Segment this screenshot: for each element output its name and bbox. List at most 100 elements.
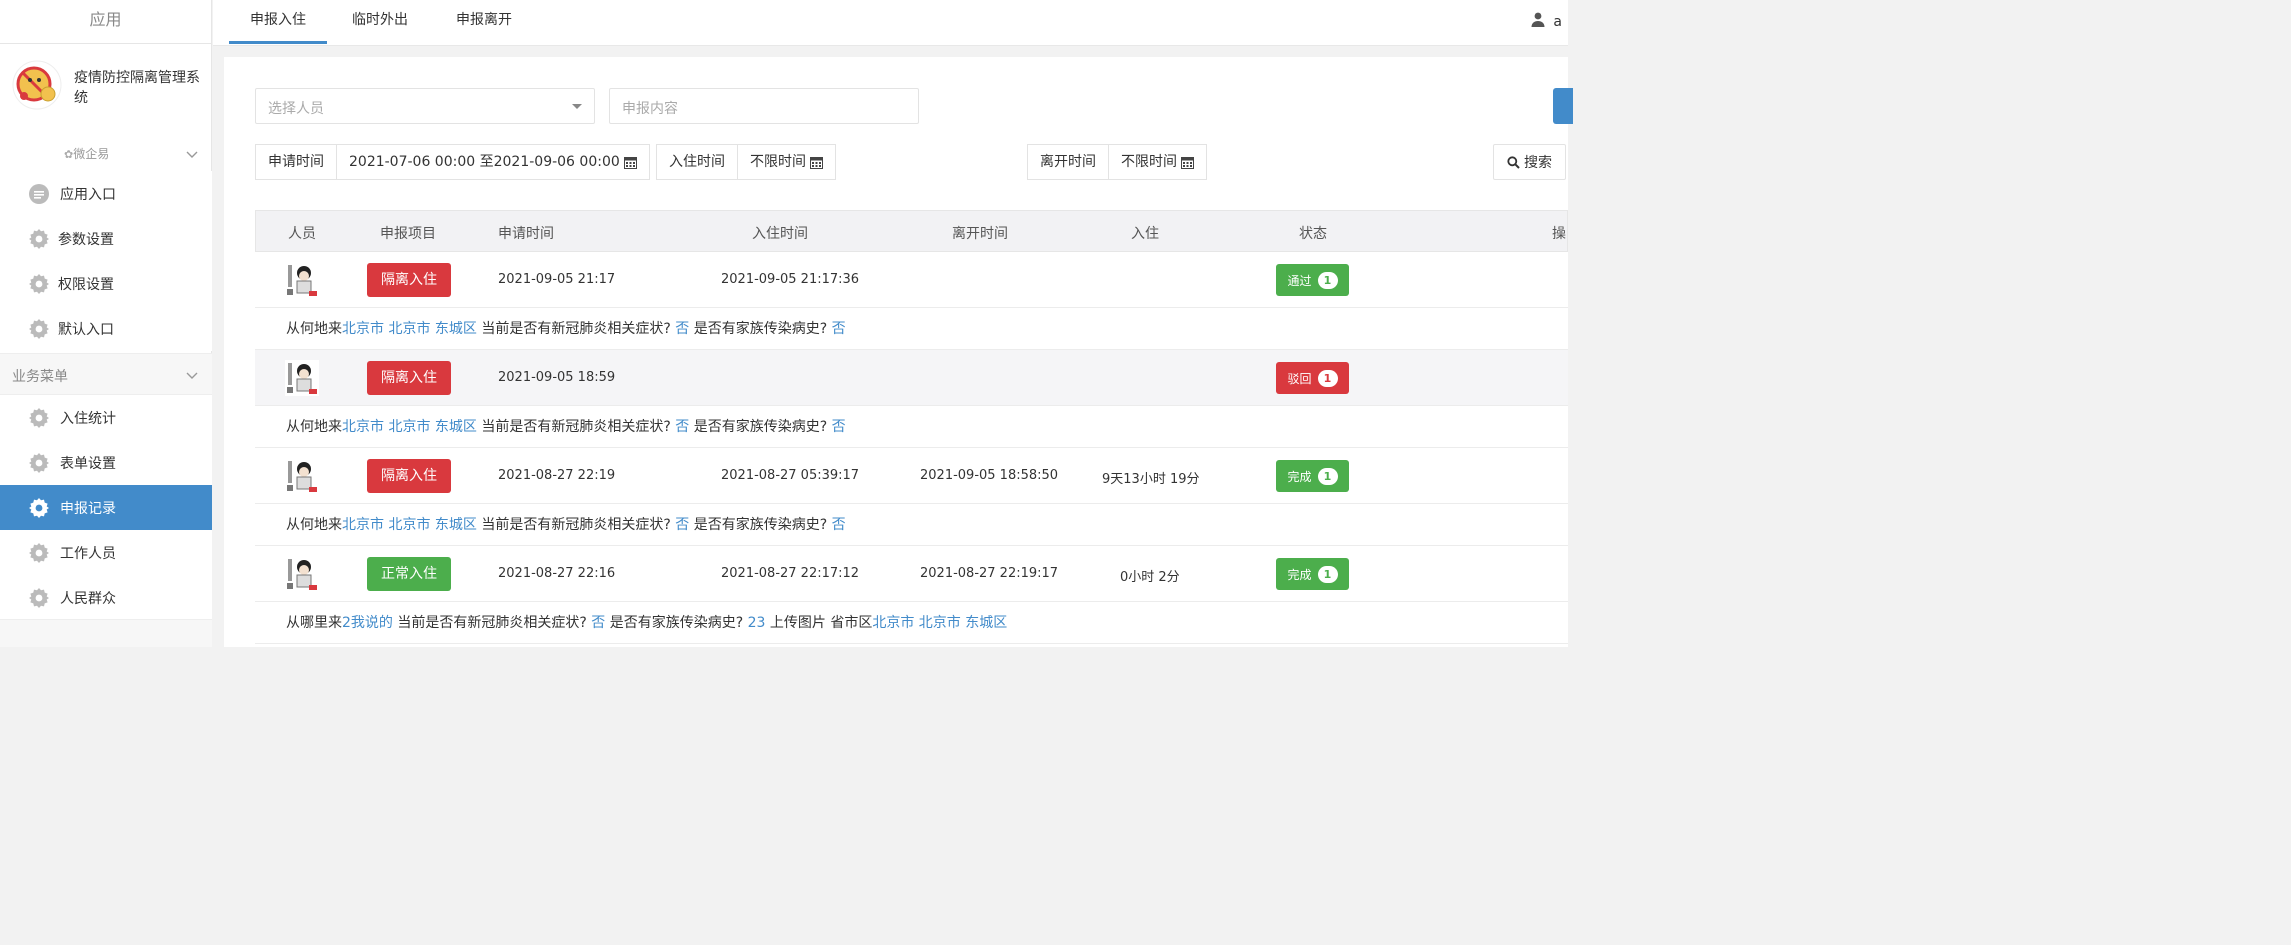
app-info: 疫情防控隔离管理系统 [12, 60, 204, 110]
business-menu-section[interactable]: 业务菜单 [0, 353, 212, 395]
detail-question: 从何地来 [286, 517, 342, 533]
detail-answer[interactable]: 北京市 北京市 东城区 [342, 419, 477, 435]
person-avatar[interactable] [285, 556, 319, 592]
project-tag: 隔离入住 [367, 263, 451, 297]
detail-answer[interactable]: 否 [675, 321, 689, 337]
detail-answer[interactable]: 北京市 北京市 东城区 [872, 615, 1007, 631]
menu-business: 入住统计 表单设置 申报记录 工作人员 人民群众 [0, 395, 212, 620]
column-header-actions: 操 [1552, 226, 1566, 242]
chat-icon [28, 183, 50, 205]
detail-answer[interactable]: 北京市 北京市 东城区 [342, 517, 477, 533]
user-menu[interactable]: a [1531, 12, 1562, 31]
status-button[interactable]: 完成 1 [1276, 460, 1349, 492]
checkin-time-cell: 2021-08-27 22:17:12 [721, 566, 860, 581]
detail-question: 从哪里来 [286, 615, 342, 631]
section-title: 业务菜单 [12, 369, 68, 385]
status-label: 驳回 [1287, 371, 1312, 386]
chevron-down-icon [186, 147, 198, 163]
leave-time-filter[interactable]: 离开时间 不限时间 [1027, 144, 1207, 180]
status-label: 完成 [1287, 567, 1312, 582]
person-select[interactable]: 选择人员 [255, 88, 595, 124]
status-button[interactable]: 通过 1 [1276, 264, 1349, 296]
calendar-icon [1181, 156, 1194, 169]
detail-answer[interactable]: 23 [748, 615, 766, 631]
caret-down-icon [572, 104, 582, 109]
detail-question: 上传图片 省市区 [765, 615, 873, 631]
column-header-status: 状态 [1299, 226, 1327, 242]
sidebar-item-public[interactable]: 人民群众 [0, 575, 212, 620]
app-logo [12, 60, 62, 110]
wechat-icon: ✿ [64, 148, 74, 161]
person-avatar[interactable] [285, 360, 319, 396]
sidebar-item-checkin-stats[interactable]: 入住统计 [0, 395, 212, 440]
sidebar-item-label: 工作人员 [60, 545, 116, 562]
checkin-time-filter[interactable]: 入住时间 不限时间 [656, 144, 836, 180]
detail-answer[interactable]: 否 [675, 419, 689, 435]
status-count-badge: 1 [1317, 271, 1338, 289]
detail-question: 是否有家族传染病史? [689, 321, 832, 337]
tab-temporary-outing[interactable]: 临时外出 [339, 0, 421, 44]
sidebar-item-staff[interactable]: 工作人员 [0, 530, 212, 575]
tab-declare-checkin[interactable]: 申报入住 [229, 0, 327, 44]
apply-time-cell: 2021-08-27 22:16 [498, 566, 616, 581]
apply-time-range[interactable]: 2021-07-06 00:00 至2021-09-06 00:00 [337, 145, 649, 179]
detail-answer[interactable]: 否 [591, 615, 605, 631]
apply-time-cell: 2021-09-05 18:59 [498, 370, 616, 385]
checkin-time-cell: 2021-08-27 05:39:17 [721, 468, 860, 483]
content-input-placeholder: 申报内容 [622, 101, 678, 117]
detail-question: 当前是否有新冠肺炎相关症状? [476, 419, 676, 435]
sidebar-item-label: 默认入口 [58, 321, 114, 338]
detail-answer[interactable]: 否 [832, 419, 846, 435]
search-icon [1507, 155, 1524, 169]
sidebar-item-permissions[interactable]: 权限设置 [0, 261, 212, 306]
gear-icon [28, 228, 50, 250]
gear-icon [28, 542, 50, 564]
leave-time-value: 不限时间 [1121, 154, 1177, 170]
top-tabs: 申报入住 临时外出 申报离开 a [213, 0, 1568, 46]
person-avatar[interactable] [285, 458, 319, 494]
add-button[interactable] [1553, 88, 1573, 124]
detail-answer[interactable]: 2我说的 [342, 615, 393, 631]
leave-time-range[interactable]: 不限时间 [1109, 145, 1206, 179]
detail-question: 从何地来 [286, 321, 342, 337]
app-name: 疫情防控隔离管理系统 [74, 70, 200, 106]
table-row[interactable]: 隔离入住 2021-09-05 21:17 2021-09-05 21:17:36 通… [255, 252, 1568, 308]
detail-answer[interactable]: 否 [832, 321, 846, 337]
sidebar-item-label: 入住统计 [60, 410, 116, 427]
apply-time-filter[interactable]: 申请时间 2021-07-06 00:00 至2021-09-06 00:00 [255, 144, 650, 180]
status-button[interactable]: 驳回 1 [1276, 362, 1349, 394]
detail-answer[interactable]: 北京市 北京市 东城区 [342, 321, 477, 337]
detail-question: 当前是否有新冠肺炎相关症状? [476, 321, 676, 337]
sidebar-item-form-settings[interactable]: 表单设置 [0, 440, 212, 485]
detail-question: 当前是否有新冠肺炎相关症状? [392, 615, 592, 631]
sidebar-item-app-entry[interactable]: 应用入口 [0, 171, 212, 216]
status-label: 完成 [1287, 469, 1312, 484]
sidebar: 应用 疫情防控隔离管理系统 ✿微企易 应用入口 参数设置 权限设置 默认入口 业… [0, 0, 212, 647]
table-row[interactable]: 隔离入住 2021-08-27 22:19 2021-08-27 05:39:17 2… [255, 448, 1568, 504]
content-input[interactable]: 申报内容 [609, 88, 919, 124]
apply-time-cell: 2021-09-05 21:17 [498, 272, 616, 287]
main-card: 选择人员 申报内容 申请时间 2021-07-06 00:00 至2021-09… [224, 57, 1573, 647]
sidebar-item-params[interactable]: 参数设置 [0, 216, 212, 261]
sidebar-item-label: 参数设置 [58, 231, 114, 248]
tab-declare-leave[interactable]: 申报离开 [443, 0, 525, 44]
detail-answer[interactable]: 否 [832, 517, 846, 533]
column-header-project: 申报项目 [380, 226, 436, 242]
gear-icon [28, 318, 50, 340]
sidebar-footer [0, 619, 212, 647]
person-avatar[interactable] [285, 262, 319, 298]
search-button[interactable]: 搜索 [1493, 144, 1566, 180]
checkin-time-range[interactable]: 不限时间 [738, 145, 835, 179]
org-switcher[interactable]: ✿微企易 [0, 144, 212, 164]
leave-time-cell: 2021-09-05 18:58:50 [920, 468, 1059, 483]
table-row[interactable]: 隔离入住 2021-09-05 18:59 驳回 1 [255, 350, 1568, 406]
status-count-badge: 1 [1317, 369, 1338, 387]
sidebar-item-default-entry[interactable]: 默认入口 [0, 306, 212, 351]
status-button[interactable]: 完成 1 [1276, 558, 1349, 590]
detail-answer[interactable]: 否 [675, 517, 689, 533]
table-row[interactable]: 正常入住 2021-08-27 22:16 2021-08-27 22:17:12 2… [255, 546, 1568, 602]
sidebar-item-declaration-records[interactable]: 申报记录 [0, 485, 212, 530]
gear-icon [28, 273, 50, 295]
checkin-time-cell: 2021-09-05 21:17:36 [721, 272, 860, 287]
column-header-person: 人员 [288, 226, 316, 242]
